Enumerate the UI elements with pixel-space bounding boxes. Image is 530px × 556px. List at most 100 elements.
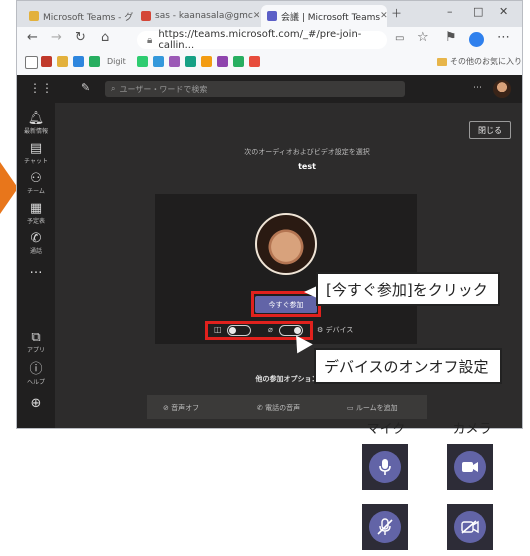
rail-item-chat[interactable]: ▤ チャット <box>17 141 55 166</box>
tab-title: Microsoft Teams - グル <box>43 12 133 23</box>
maximize-icon[interactable]: □ <box>473 5 483 18</box>
bookmark-digit[interactable]: Digit <box>107 57 126 66</box>
compose-icon[interactable]: ✎ <box>81 81 90 94</box>
gmail-tab-icon <box>141 11 151 21</box>
rail-item-download[interactable]: ⊕ <box>17 397 55 411</box>
tab-teams-group[interactable]: Microsoft Teams - グル ✕ <box>23 5 133 27</box>
rail-label: 予定表 <box>26 218 45 225</box>
mic-legend-label: マイク <box>366 422 406 437</box>
prejoin-title: 次のオーディオおよびビデオ設定を選択 <box>244 148 370 156</box>
teams-tab-icon <box>267 11 277 21</box>
mic-off-tile <box>362 504 408 550</box>
option-label: 電話の音声 <box>265 404 301 412</box>
url-text: https://teams.microsoft.com/_#/pre-join-… <box>158 29 362 51</box>
calendar-icon: ▦ <box>29 201 43 216</box>
meeting-name: test <box>298 162 316 171</box>
room-icon: ▭ <box>347 404 354 412</box>
download-icon: ⊕ <box>30 396 42 411</box>
bookmark-icon[interactable] <box>57 56 68 67</box>
speaker-off-icon: ⊘ <box>163 404 169 412</box>
profile-icon[interactable] <box>469 32 484 47</box>
bookmark-icon[interactable] <box>137 56 148 67</box>
camera-legend-label: カメラ <box>452 422 492 437</box>
refresh-icon[interactable]: ↻ <box>75 30 86 45</box>
new-tab-icon[interactable]: ＋ <box>391 5 402 21</box>
favorite-star-icon[interactable]: ☆ <box>417 30 429 45</box>
devices-callout: デバイスのオンオフ設定 <box>314 348 502 384</box>
rail-item-help[interactable]: ⓘ ヘルプ <box>17 362 55 387</box>
gear-icon: ⚙ <box>317 326 324 334</box>
option-label: 音声オフ <box>171 404 200 412</box>
option-label: ルームを追加 <box>355 404 398 412</box>
bookmark-icon[interactable] <box>89 56 100 67</box>
bell-icon: 🔔︎ <box>27 111 45 126</box>
lock-icon: 🔒︎ <box>147 34 153 46</box>
bookmark-folder-label: その他のお気に入り <box>450 57 522 66</box>
add-room-option[interactable]: ▭ ルームを追加 <box>347 403 398 413</box>
rail-item-calendar[interactable]: ▦ 予定表 <box>17 201 55 226</box>
minimize-icon[interactable]: – <box>447 5 453 18</box>
close-tab-icon[interactable]: ✕ <box>253 11 259 21</box>
audio-off-option[interactable]: ⊘ 音声オフ <box>163 403 199 413</box>
rail-label: アプリ <box>26 347 45 354</box>
phone-audio-option[interactable]: ✆ 電話の音声 <box>257 403 300 413</box>
close-tab-icon[interactable]: ✕ <box>380 11 387 21</box>
phone-icon: ✆ <box>257 404 263 412</box>
camera-off-icon <box>454 511 486 543</box>
help-icon: ⓘ <box>29 362 43 377</box>
bookmark-icon[interactable] <box>233 56 244 67</box>
mic-on-tile <box>362 444 408 490</box>
reader-icon[interactable]: ▭ <box>395 33 404 44</box>
more-icon: … <box>29 262 43 277</box>
back-icon[interactable]: ← <box>27 30 38 45</box>
close-window-icon[interactable]: ✕ <box>499 5 508 18</box>
rail-label: チャット <box>24 158 48 165</box>
camera-on-icon <box>454 451 486 483</box>
tab-title: 会議 | Microsoft Teams <box>281 12 381 23</box>
tab-teams-meeting[interactable]: 会議 | Microsoft Teams ✕ <box>261 5 387 27</box>
rail-item-apps[interactable]: ⧉ アプリ <box>17 331 55 355</box>
mic-off-icon <box>369 511 401 543</box>
tab-title: sas - kaanasala@gmc <box>155 11 253 21</box>
rail-label: ヘルプ <box>26 379 45 386</box>
bookmark-icon[interactable] <box>217 56 228 67</box>
app-launcher-icon[interactable]: ⋮⋮ <box>29 81 53 95</box>
rail-label: 最新情報 <box>23 128 48 135</box>
bookmark-icon[interactable] <box>169 56 180 67</box>
home-icon[interactable]: ⌂ <box>101 30 109 45</box>
search-input[interactable]: ⌕ ユーザー・ワードで検索 <box>105 81 405 97</box>
camera-on-tile <box>447 444 493 490</box>
search-placeholder: ユーザー・ワードで検索 <box>119 84 208 94</box>
folder-icon <box>437 57 447 66</box>
user-photo <box>255 213 317 275</box>
rail-item-calls[interactable]: ✆ 通話 <box>17 231 55 256</box>
url-field[interactable]: 🔒︎ https://teams.microsoft.com/_#/pre-jo… <box>137 29 387 51</box>
bookmark-icon[interactable] <box>73 56 84 67</box>
rail-label: 通話 <box>29 248 42 255</box>
bookmark-icon[interactable] <box>41 56 52 67</box>
bookmark-icon[interactable] <box>201 56 212 67</box>
bookmark-page-icon[interactable] <box>25 56 38 69</box>
device-settings-link[interactable]: ⚙ デバイス <box>317 325 353 335</box>
teams-tab-icon <box>29 11 39 21</box>
more-options-icon[interactable]: ⋯ <box>473 83 482 93</box>
bookmark-icon[interactable] <box>249 56 260 67</box>
chat-icon: ▤ <box>29 141 43 156</box>
phone-icon: ✆ <box>30 231 42 246</box>
mic-on-icon <box>369 451 401 483</box>
more-menu-icon[interactable]: ⋯ <box>497 30 510 45</box>
rail-item-activity[interactable]: 🔔︎ 最新情報 <box>17 111 55 136</box>
rail-label: チーム <box>27 188 45 195</box>
rail-item-more[interactable]: … <box>17 263 55 277</box>
bookmark-folder-other[interactable]: その他のお気に入り <box>437 56 522 67</box>
user-avatar[interactable] <box>493 80 511 98</box>
bookmark-icon[interactable] <box>185 56 196 67</box>
join-callout: [今すぐ参加]をクリック <box>316 272 500 306</box>
tab-gmail[interactable]: sas - kaanasala@gmc ✕ <box>135 5 259 27</box>
bookmark-icon[interactable] <box>153 56 164 67</box>
close-button[interactable]: 閉じる <box>469 121 511 139</box>
device-settings-label: デバイス <box>325 326 354 334</box>
forward-icon[interactable]: → <box>51 30 62 45</box>
rail-item-teams[interactable]: ⚇ チーム <box>17 172 55 196</box>
collections-icon[interactable]: ⚑ <box>445 30 457 45</box>
